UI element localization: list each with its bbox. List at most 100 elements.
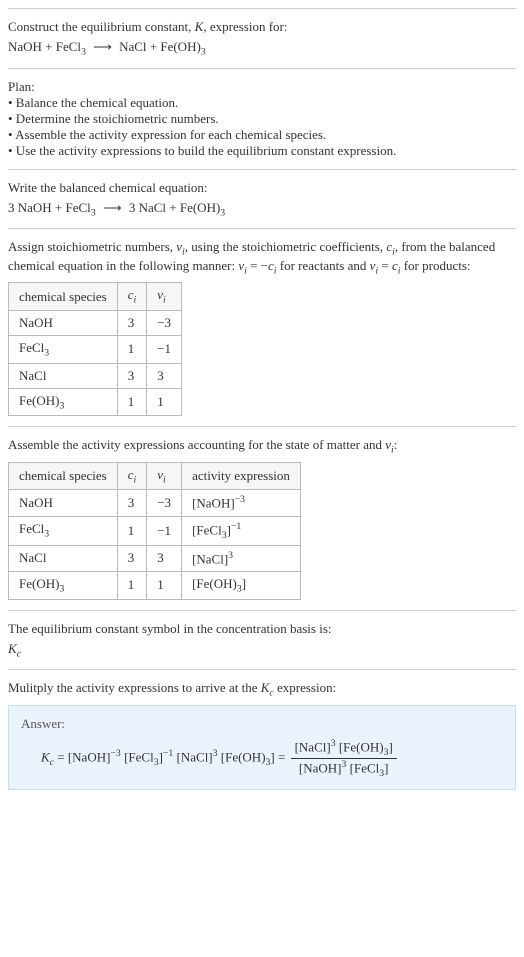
cell-species: NaCl xyxy=(9,363,118,388)
text: [NaOH] xyxy=(299,760,342,775)
cell-species: NaOH xyxy=(9,490,118,516)
table-row: Fe(OH)3 1 1 [Fe(OH)3] xyxy=(9,571,301,599)
col-nui: νi xyxy=(147,283,182,311)
cell-species: FeCl3 xyxy=(9,516,118,545)
section-kc-symbol: The equilibrium constant symbol in the c… xyxy=(8,610,516,670)
sub: 3 xyxy=(81,47,86,58)
fraction-num: [NaCl]3 [Fe(OH)3] xyxy=(291,738,397,759)
table-header-row: chemical species ci νi activity expressi… xyxy=(9,462,301,490)
answer-box: Answer: Kc = [NaOH]−3 [FeCl3]−1 [NaCl]3 … xyxy=(8,705,516,790)
cell-c: 1 xyxy=(117,335,147,363)
reaction-arrow-icon: ⟶ xyxy=(99,200,126,215)
text: NaCl + Fe(OH) xyxy=(119,39,201,54)
text: Fe(OH) xyxy=(19,576,59,591)
activity-text: Assemble the activity expressions accoun… xyxy=(8,437,516,456)
sub: i xyxy=(163,474,166,485)
cell-activity: [FeCl3]−1 xyxy=(182,516,301,545)
text: ] xyxy=(384,760,388,775)
cell-c: 3 xyxy=(117,545,147,571)
text: for products: xyxy=(400,258,470,273)
cell-c: 1 xyxy=(117,571,147,599)
table-row: NaOH 3 −3 xyxy=(9,310,182,335)
text: [NaCl] xyxy=(192,551,228,566)
cell-c: 3 xyxy=(117,310,147,335)
cell-activity: [NaCl]3 xyxy=(182,545,301,571)
table-header-row: chemical species ci νi xyxy=(9,283,182,311)
activity-table: chemical species ci νi activity expressi… xyxy=(8,462,301,600)
cell-species: NaOH xyxy=(9,310,118,335)
cell-species: Fe(OH)3 xyxy=(9,388,118,416)
sub: 3 xyxy=(59,584,64,595)
section-activity: Assemble the activity expressions accoun… xyxy=(8,426,516,609)
fraction: [NaCl]3 [Fe(OH)3][NaOH]3 [FeCl3] xyxy=(289,738,399,779)
text: FeCl xyxy=(19,340,44,355)
sub: c xyxy=(17,648,21,659)
text: ] xyxy=(242,576,246,591)
text: NaOH + FeCl xyxy=(8,39,81,54)
text: = − xyxy=(247,258,268,273)
table-row: NaCl 3 3 xyxy=(9,363,182,388)
text: , expression for: xyxy=(203,19,287,34)
text: Mulitply the activity expressions to arr… xyxy=(8,680,261,695)
plan-item: • Assemble the activity expression for e… xyxy=(8,127,516,143)
sub: i xyxy=(163,295,166,306)
sup: −3 xyxy=(235,494,245,505)
equals: = xyxy=(275,749,289,764)
text: FeCl xyxy=(19,521,44,536)
text: for reactants and xyxy=(277,258,370,273)
cell-nu: 3 xyxy=(147,363,182,388)
sub: 3 xyxy=(220,207,225,218)
cell-nu: 1 xyxy=(147,571,182,599)
plan-item: • Balance the chemical equation. xyxy=(8,95,516,111)
heading: Write the balanced chemical equation: xyxy=(8,180,516,196)
cell-c: 3 xyxy=(117,363,147,388)
cell-species: Fe(OH)3 xyxy=(9,571,118,599)
cell-species: NaCl xyxy=(9,545,118,571)
section-multiply: Mulitply the activity expressions to arr… xyxy=(8,669,516,799)
sub: 3 xyxy=(44,529,49,540)
section-plan: Plan: • Balance the chemical equation. •… xyxy=(8,68,516,169)
reaction-arrow-icon: ⟶ xyxy=(89,39,116,54)
col-ci: ci xyxy=(117,283,147,311)
table-row: FeCl3 1 −1 xyxy=(9,335,182,363)
sub: 3 xyxy=(91,207,96,218)
text: [FeCl xyxy=(346,760,379,775)
col-species: chemical species xyxy=(9,462,118,490)
plan-item: • Use the activity expressions to build … xyxy=(8,143,516,159)
text: [FeCl xyxy=(121,749,154,764)
sup: −3 xyxy=(110,748,120,759)
text: ] xyxy=(388,739,392,754)
text: Assemble the activity expressions accoun… xyxy=(8,437,385,452)
plan-item: • Determine the stoichiometric numbers. xyxy=(8,111,516,127)
text: [Fe(OH) xyxy=(218,749,266,764)
equation-unbalanced: NaOH + FeCl3 ⟶ NaCl + Fe(OH)3 xyxy=(8,39,516,58)
fraction-den: [NaOH]3 [FeCl3] xyxy=(291,759,397,779)
sub: 3 xyxy=(59,400,64,411)
table-row: FeCl3 1 −1 [FeCl3]−1 xyxy=(9,516,301,545)
text: Fe(OH) xyxy=(19,393,59,408)
col-nui: νi xyxy=(147,462,182,490)
col-ci: ci xyxy=(117,462,147,490)
plan-heading: Plan: xyxy=(8,79,516,95)
text: [FeCl xyxy=(192,522,222,537)
table-row: Fe(OH)3 1 1 xyxy=(9,388,182,416)
text: Construct the equilibrium constant, xyxy=(8,19,195,34)
cell-nu: −3 xyxy=(147,490,182,516)
problem-line1: Construct the equilibrium constant, K, e… xyxy=(8,19,516,35)
cell-activity: [Fe(OH)3] xyxy=(182,571,301,599)
text: [NaOH] xyxy=(192,496,235,511)
sup: −1 xyxy=(231,521,241,532)
cell-nu: 3 xyxy=(147,545,182,571)
answer-equation: Kc = [NaOH]−3 [FeCl3]−1 [NaCl]3 [Fe(OH)3… xyxy=(21,738,503,779)
table-row: NaOH 3 −3 [NaOH]−3 xyxy=(9,490,301,516)
text: : xyxy=(394,437,398,452)
answer-label: Answer: xyxy=(21,716,503,732)
text: , using the stoichiometric coefficients, xyxy=(185,239,387,254)
sub: i xyxy=(134,295,137,306)
text: [NaCl] xyxy=(295,739,331,754)
sub: i xyxy=(134,474,137,485)
cell-nu: −1 xyxy=(147,516,182,545)
kc-symbol: Kc xyxy=(8,641,516,660)
cell-nu: −1 xyxy=(147,335,182,363)
var-K: K xyxy=(8,641,17,656)
